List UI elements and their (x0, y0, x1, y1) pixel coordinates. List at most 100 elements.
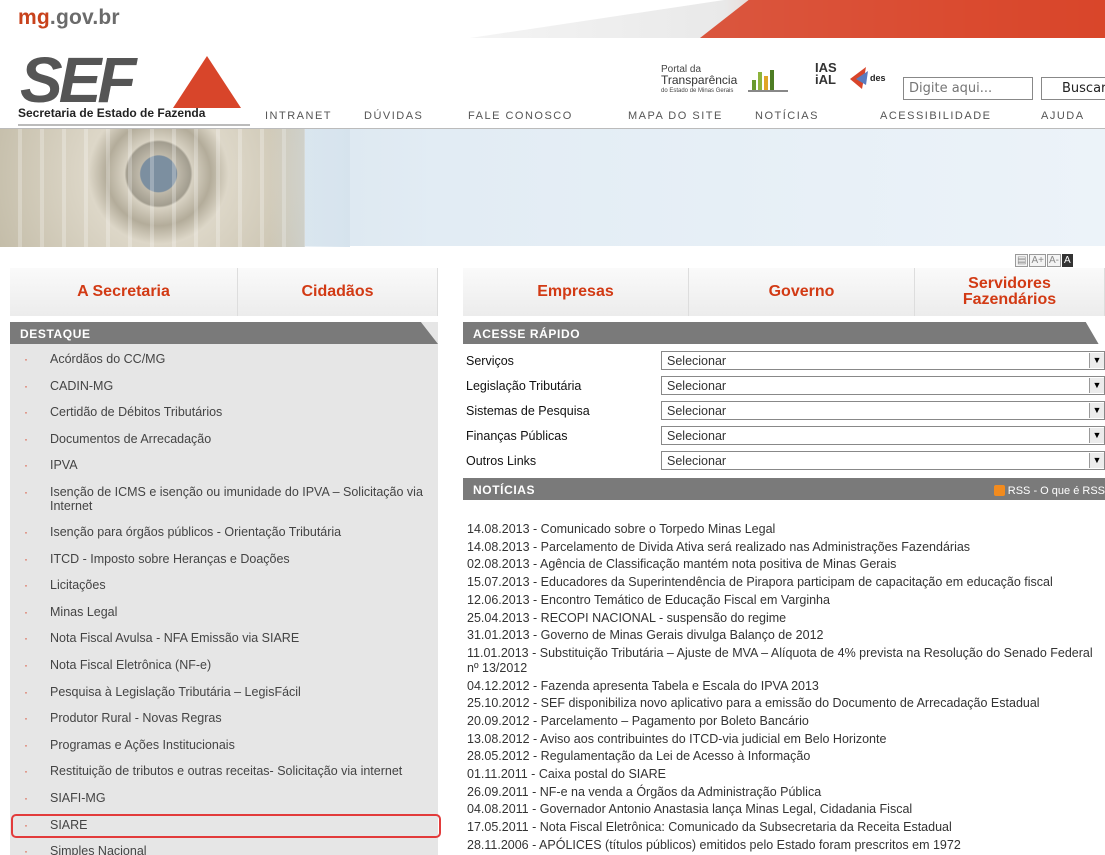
news-item[interactable]: 14.08.2013 - Parcelamento de Divida Ativ… (467, 540, 1105, 555)
destaque-item-label: Nota Fiscal Eletrônica (NF-e) (50, 657, 212, 672)
nav-acessibilidade[interactable]: ACESSIBILIDADE (880, 110, 991, 122)
news-item[interactable]: 12.06.2013 - Encontro Temático de Educaç… (467, 593, 1105, 608)
legislacao-select[interactable]: Selecionar ▼ (661, 376, 1105, 395)
select-value: Selecionar (667, 354, 727, 368)
bullet-icon: · (24, 684, 28, 699)
dropdown-arrow-icon[interactable]: ▼ (1089, 453, 1104, 468)
search-button[interactable]: Buscar (1041, 77, 1105, 100)
destaque-item-label: Simples Nacional (50, 844, 147, 855)
destaque-item[interactable]: · Pesquisa à Legislação Tributária – Legi… (10, 685, 438, 699)
news-item[interactable]: 15.07.2013 - Educadores da Superintendên… (467, 575, 1105, 590)
nav-ajuda[interactable]: AJUDA (1041, 110, 1085, 122)
destaque-item[interactable]: · CADIN-MG (10, 379, 438, 393)
dropdown-arrow-icon[interactable]: ▼ (1089, 378, 1104, 393)
high-contrast-button[interactable]: A (1061, 254, 1073, 267)
tab-cidadaos[interactable]: Cidadãos (238, 268, 438, 316)
news-item[interactable]: 01.11.2011 - Caixa postal do SIARE (467, 767, 1105, 782)
news-item[interactable]: 17.05.2011 - Nota Fiscal Eletrônica: Com… (467, 820, 1105, 835)
servicos-select[interactable]: Selecionar ▼ (661, 351, 1105, 370)
news-item[interactable]: 14.08.2013 - Comunicado sobre o Torpedo … (467, 522, 1105, 537)
destaque-item[interactable]: · Documentos de Arrecadação (10, 432, 438, 446)
select-value: Selecionar (667, 404, 727, 418)
news-item[interactable]: 25.10.2012 - SEF disponibiliza novo apli… (467, 696, 1105, 711)
news-list: 14.08.2013 - Comunicado sobre o Torpedo … (467, 522, 1105, 855)
search-input[interactable] (903, 77, 1033, 100)
news-item[interactable]: 11.01.2013 - Substituição Tributária – A… (467, 646, 1105, 676)
news-item[interactable]: 31.01.2013 - Governo de Minas Gerais div… (467, 628, 1105, 643)
sef-logo[interactable]: SEF (18, 48, 258, 112)
news-item[interactable]: 13.08.2012 - Aviso aos contribuintes do … (467, 732, 1105, 747)
news-item[interactable]: 25.04.2013 - RECOPI NACIONAL - suspensão… (467, 611, 1105, 626)
destaque-item[interactable]: · Nota Fiscal Eletrônica (NF-e) (10, 658, 438, 672)
destaque-item[interactable]: · Isenção de ICMS e isenção ou imunidade … (10, 485, 438, 513)
acesse-label: Serviços (466, 354, 514, 368)
destaque-item[interactable]: · Acórdãos do CC/MG (10, 352, 438, 366)
site-domain-link[interactable]: mg.gov.br (18, 6, 120, 30)
destaque-item[interactable]: · Restituição de tributos e outras receit… (10, 764, 438, 778)
dropdown-arrow-icon[interactable]: ▼ (1089, 403, 1104, 418)
tab-governo[interactable]: Governo (689, 268, 915, 316)
nav-intranet[interactable]: INTRANET (265, 110, 332, 122)
dropdown-arrow-icon[interactable]: ▼ (1089, 428, 1104, 443)
news-item[interactable]: 04.08.2011 - Governador Antonio Anastasi… (467, 802, 1105, 817)
tab-servidores-fazendarios[interactable]: Servidores Fazendários (915, 268, 1105, 316)
rss-link[interactable]: RSS - O que é RSS (993, 485, 1105, 497)
sistemas-select[interactable]: Selecionar ▼ (661, 401, 1105, 420)
nav-fale-conosco[interactable]: FALE CONOSCO (468, 110, 573, 122)
destaque-item-label: Documentos de Arrecadação (50, 431, 212, 446)
bullet-icon: · (24, 657, 28, 672)
bullet-icon: · (24, 551, 28, 566)
nav-duvidas[interactable]: DÚVIDAS (364, 110, 423, 122)
destaque-item[interactable]: · Isenção para órgãos públicos - Orientaç… (10, 525, 438, 539)
acesse-row-servicos: Serviços Selecionar ▼ (463, 350, 1105, 372)
acesse-rapido-panel: ACESSE RÁPIDO Serviços Selecionar ▼ Legis… (463, 322, 1105, 470)
bullet-icon: · (24, 578, 28, 593)
destaque-item[interactable]: · Certidão de Débitos Tributários (10, 405, 438, 419)
header-banner (0, 128, 1105, 247)
destaque-item-label: Pesquisa à Legislação Tributária – Legis… (50, 684, 301, 699)
portal-transparencia-link[interactable]: Portal da Transparência do Estado de Min… (661, 64, 741, 97)
bar-chart-icon[interactable] (748, 66, 788, 92)
ias-logo-link[interactable]: IAS iAL (815, 61, 837, 87)
destaque-item-label: Nota Fiscal Avulsa - NFA Emissão via SIA… (50, 631, 300, 646)
bullet-icon: · (24, 631, 28, 646)
destaque-item[interactable]: · Licitações (10, 578, 438, 592)
ias-line-2: iAL (815, 72, 836, 87)
destaque-item[interactable]: · ITCD - Imposto sobre Heranças e Doações (10, 552, 438, 566)
des-logo-icon[interactable]: des (846, 65, 896, 91)
page: mg.gov.br SEF Secretaria de Estado de Fa… (0, 0, 1105, 855)
dropdown-arrow-icon[interactable]: ▼ (1089, 353, 1104, 368)
destaque-item[interactable]: · IPVA (10, 458, 438, 472)
news-item[interactable]: 26.09.2011 - NF-e na venda a Órgãos da A… (467, 785, 1105, 800)
banner-building-image (0, 129, 305, 247)
font-increase-button[interactable]: A+ (1029, 254, 1046, 267)
destaque-item-label: Programas e Ações Institucionais (50, 737, 235, 752)
bullet-icon: · (24, 458, 28, 473)
tab-empresas[interactable]: Empresas (463, 268, 689, 316)
destaque-item[interactable]: · SIAFI-MG (10, 791, 438, 805)
destaque-item-label: Minas Legal (50, 604, 118, 619)
news-item[interactable]: 28.05.2012 - Regulamentação da Lei de Ac… (467, 749, 1105, 764)
destaque-item[interactable]: · Simples Nacional (10, 844, 438, 855)
news-item[interactable]: 02.08.2013 - Agência de Classificação ma… (467, 557, 1105, 572)
bullet-icon: · (24, 524, 28, 539)
bullet-icon: · (24, 604, 28, 619)
news-item[interactable]: 04.12.2012 - Fazenda apresenta Tabela e … (467, 679, 1105, 694)
news-item[interactable]: 28.11.2006 - APÓLICES (títulos públicos)… (467, 838, 1105, 853)
font-size-tools: ▤ A+ A- A (1015, 250, 1074, 267)
news-item[interactable]: 20.09.2012 - Parcelamento – Pagamento po… (467, 714, 1105, 729)
org-name: Secretaria de Estado de Fazenda (18, 106, 206, 120)
tab-a-secretaria[interactable]: A Secretaria (10, 268, 238, 316)
destaque-item[interactable]: · Programas e Ações Institucionais (10, 738, 438, 752)
financas-select[interactable]: Selecionar ▼ (661, 426, 1105, 445)
font-decrease-button[interactable]: A- (1046, 254, 1061, 267)
outros-links-select[interactable]: Selecionar ▼ (661, 451, 1105, 470)
nav-noticias[interactable]: NOTÍCIAS (755, 110, 819, 122)
destaque-item[interactable]: · Minas Legal (10, 605, 438, 619)
acesse-label: Outros Links (466, 454, 537, 468)
print-icon[interactable]: ▤ (1015, 254, 1029, 267)
destaque-item[interactable]: · Nota Fiscal Avulsa - NFA Emissão via SI… (10, 631, 438, 645)
acesse-rapido-title: ACESSE RÁPIDO (463, 322, 1099, 344)
destaque-item[interactable]: · Produtor Rural - Novas Regras (10, 711, 438, 725)
nav-mapa-do-site[interactable]: MAPA DO SITE (628, 110, 723, 122)
